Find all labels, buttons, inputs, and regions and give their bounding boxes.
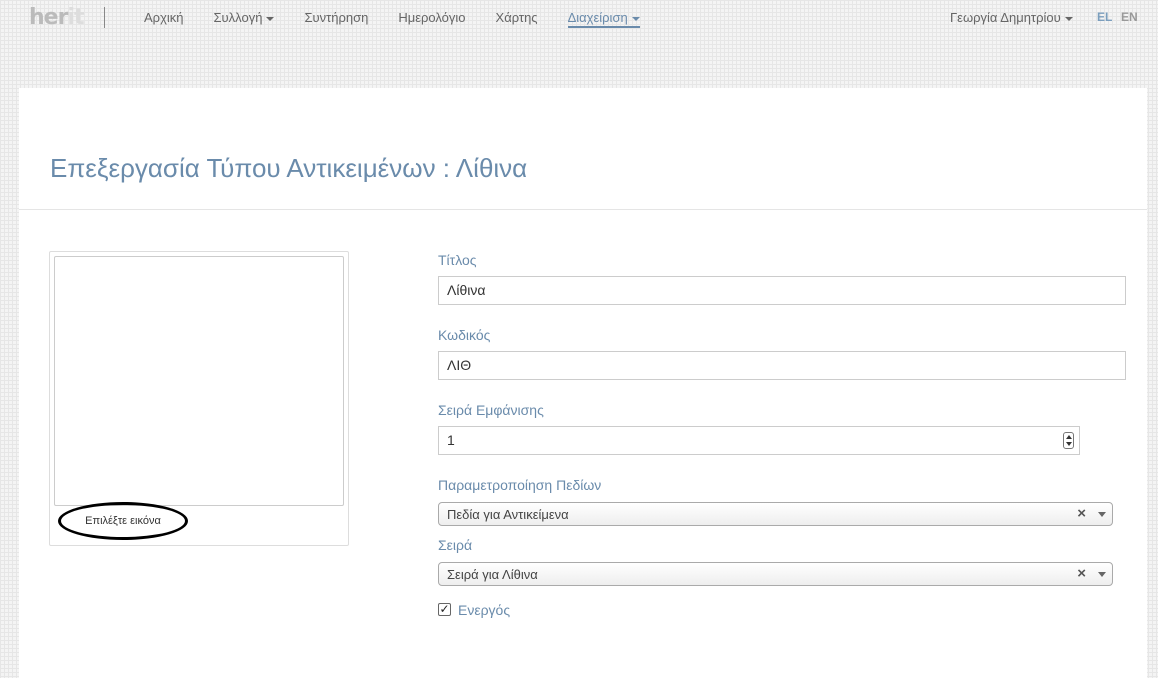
series-value: Σειρά για Λίθινα (447, 567, 538, 582)
dropdown-arrow-icon[interactable] (1098, 512, 1106, 517)
clear-selection-icon[interactable]: × (1077, 565, 1086, 582)
page-title: Επεξεργασία Τύπου Αντικειμένων : Λίθινα (50, 153, 528, 183)
logo[interactable]: herit (29, 5, 85, 30)
user-menu[interactable]: Γεωργία Δημητρίου (950, 10, 1073, 25)
title-label: Τίτλος (438, 252, 477, 268)
nav-item-home[interactable]: Αρχική (144, 10, 184, 28)
language-el-link[interactable]: EL (1097, 10, 1112, 24)
dropdown-arrow-icon[interactable] (1098, 572, 1106, 577)
fields-config-value: Πεδία για Αντικείμενα (447, 507, 569, 522)
series-select[interactable]: Σειρά για Λίθινα × (438, 562, 1113, 586)
nav-item-collection-label: Συλλογή (213, 10, 263, 25)
nav-item-collection[interactable]: Συλλογή (214, 10, 275, 28)
language-en-link[interactable]: EN (1121, 10, 1138, 24)
image-upload-box: Επιλέξτε εικόνα (49, 251, 349, 546)
nav-item-administration[interactable]: Διαχείριση (567, 10, 640, 28)
chevron-down-icon (266, 16, 275, 21)
clear-selection-icon[interactable]: × (1077, 505, 1086, 522)
nav-item-conservation[interactable]: Συντήρηση (304, 10, 368, 28)
code-input[interactable]: ΛΙΘ (438, 351, 1126, 380)
logo-text-left: her (29, 5, 68, 30)
choose-image-label: Επιλέξτε εικόνα (85, 515, 161, 527)
active-checkbox[interactable]: ✓ (438, 603, 451, 616)
choose-image-button[interactable]: Επιλέξτε εικόνα (58, 502, 188, 540)
display-order-label: Σειρά Εμφάνισης (438, 402, 544, 418)
number-spinner[interactable] (1063, 432, 1074, 449)
fields-config-select[interactable]: Πεδία για Αντικείμενα × (438, 502, 1113, 526)
display-order-input[interactable]: 1 (438, 426, 1080, 455)
nav-item-map[interactable]: Χάρτης (496, 10, 538, 28)
main-menu: Αρχική Συλλογή Συντήρηση Ημερολόγιο Χάρτ… (144, 10, 670, 28)
title-divider (19, 209, 1147, 210)
display-order-value: 1 (447, 432, 455, 448)
chevron-down-icon (631, 16, 640, 21)
nav-item-administration-label: Διαχείριση (567, 10, 628, 25)
active-label: Ενεργός (458, 602, 511, 618)
fields-config-label: Παραμετροποίηση Πεδίων (438, 477, 602, 493)
edit-panel: Επεξεργασία Τύπου Αντικειμένων : Λίθινα … (19, 88, 1147, 678)
nav-item-calendar[interactable]: Ημερολόγιο (398, 10, 465, 28)
user-name: Γεωργία Δημητρίου (950, 10, 1061, 25)
image-preview (54, 256, 344, 506)
top-navbar: herit Αρχική Συλλογή Συντήρηση Ημερολόγι… (0, 0, 1158, 36)
nav-divider (104, 7, 105, 28)
code-label: Κωδικός (438, 327, 491, 343)
chevron-down-icon (1064, 16, 1073, 21)
logo-text-right: it (67, 5, 84, 30)
check-icon: ✓ (439, 602, 450, 616)
title-input[interactable]: Λίθινα (438, 276, 1126, 305)
series-label: Σειρά (438, 537, 473, 553)
